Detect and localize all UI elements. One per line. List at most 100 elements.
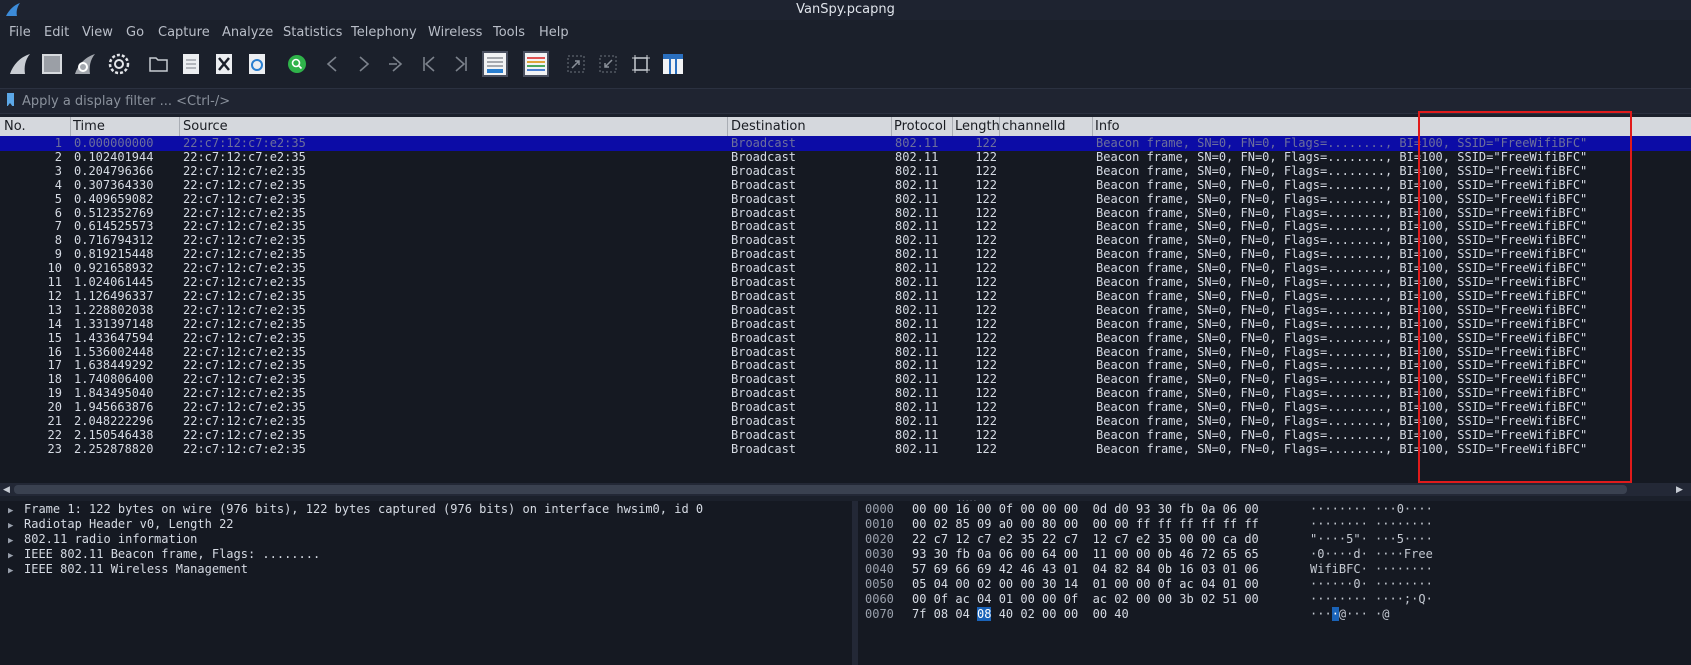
hex-offset: 0010 — [865, 517, 894, 531]
packet-time: 1.843495040 — [74, 386, 154, 401]
capture-options-icon[interactable] — [105, 50, 133, 78]
go-back-icon[interactable] — [318, 50, 346, 78]
menu-wireless[interactable]: Wireless — [428, 25, 482, 40]
packet-destination: Broadcast — [731, 275, 797, 289]
menu-go[interactable]: Go — [126, 25, 144, 40]
highlighted-byte[interactable]: 08 — [977, 607, 992, 621]
column-header-destination[interactable]: Destination — [731, 119, 806, 134]
first-packet-icon[interactable] — [415, 50, 443, 78]
column-header-protocol[interactable]: Protocol — [894, 119, 946, 134]
packet-length: 122 — [975, 358, 997, 373]
menu-analyze[interactable]: Analyze — [222, 25, 273, 40]
column-header-no[interactable]: No. — [4, 119, 26, 134]
hex-ascii[interactable]: ········ ········ — [1310, 517, 1433, 532]
save-file-icon[interactable] — [177, 50, 205, 78]
menu-help[interactable]: Help — [539, 25, 569, 40]
hex-bytes[interactable]: 57 69 66 69 42 46 43 01 04 82 84 0b 16 0… — [912, 562, 1259, 577]
hex-bytes[interactable]: 05 04 00 02 00 00 30 14 01 00 00 0f ac 0… — [912, 577, 1259, 592]
detail-row[interactable]: ▶ IEEE 802.11 Wireless Management — [8, 562, 248, 577]
detail-row[interactable]: ▶ Frame 1: 122 bytes on wire (976 bits), … — [8, 502, 703, 517]
hex-ascii[interactable]: WifiBFC· ········ — [1310, 562, 1433, 577]
column-header-info[interactable]: Info — [1095, 119, 1120, 134]
scroll-left-icon[interactable]: ◀ — [3, 485, 10, 495]
go-forward-icon[interactable] — [350, 50, 378, 78]
close-file-icon[interactable] — [210, 50, 238, 78]
packet-length: 122 — [975, 427, 997, 442]
packet-length: 122 — [975, 177, 997, 192]
column-header-time[interactable]: Time — [73, 119, 105, 134]
hex-ascii[interactable]: ····@··· ·@ — [1310, 607, 1390, 622]
menu-telephony[interactable]: Telephony — [351, 25, 417, 40]
hex-bytes[interactable]: 93 30 fb 0a 06 00 64 00 11 00 00 0b 46 7… — [912, 547, 1259, 562]
detail-text: IEEE 802.11 Beacon frame, Flags: .......… — [24, 547, 321, 561]
restart-capture-icon[interactable] — [71, 50, 99, 78]
packet-length: 122 — [975, 275, 997, 289]
menu-file[interactable]: File — [9, 25, 31, 40]
stop-capture-icon[interactable] — [38, 50, 66, 78]
packet-bytes-pane[interactable]: 0000 00 00 16 00 0f 00 00 00 0d d0 93 30… — [858, 501, 1691, 665]
highlighted-ascii[interactable]: · — [1331, 607, 1339, 621]
expand-arrow-icon[interactable]: ▶ — [8, 551, 24, 561]
open-file-icon[interactable] — [145, 50, 173, 78]
packet-details-pane[interactable]: ▶ Frame 1: 122 bytes on wire (976 bits), … — [0, 501, 852, 665]
hex-ascii[interactable]: ·0····d· ····Free — [1310, 547, 1433, 562]
packet-source: 22:c7:12:c7:e2:35 — [183, 288, 306, 303]
hex-ascii[interactable]: ······0· ········ — [1310, 577, 1433, 592]
packet-destination: Broadcast — [731, 177, 797, 192]
bookmark-flag-icon[interactable] — [7, 93, 14, 107]
reload-file-icon[interactable] — [243, 50, 271, 78]
menu-edit[interactable]: Edit — [44, 25, 69, 40]
packet-source: 22:c7:12:c7:e2:35 — [183, 400, 306, 415]
hex-bytes[interactable]: 00 0f ac 04 01 00 00 0f ac 02 00 00 3b 0… — [912, 592, 1259, 607]
hex-ascii[interactable]: ········ ···0···· — [1310, 502, 1433, 517]
packet-list-hscrollbar[interactable]: ◀ ▶ — [0, 483, 1691, 496]
packet-no: 18 — [47, 372, 62, 387]
expand-arrow-icon[interactable]: ▶ — [8, 566, 24, 576]
detail-row[interactable]: ▶ 802.11 radio information — [8, 532, 197, 547]
packet-destination: Broadcast — [731, 330, 797, 345]
display-filter-input[interactable] — [20, 91, 1684, 111]
last-packet-icon[interactable] — [447, 50, 475, 78]
go-to-packet-icon[interactable] — [383, 50, 411, 78]
packet-length: 122 — [975, 261, 997, 276]
packet-time: 0.102401944 — [74, 149, 154, 164]
hex-bytes[interactable]: 22 c7 12 c7 e2 35 22 c7 12 c7 e2 35 00 0… — [912, 532, 1259, 547]
zoom-out-icon[interactable] — [594, 50, 622, 78]
hex-ascii[interactable]: "····5"· ···5···· — [1310, 532, 1433, 547]
packet-length: 122 — [975, 372, 997, 387]
zoom-in-icon[interactable] — [562, 50, 590, 78]
column-header-channelid[interactable]: channelId — [1002, 119, 1066, 134]
column-header-source[interactable]: Source — [183, 119, 228, 134]
packet-no: 13 — [47, 302, 62, 317]
hex-bytes[interactable]: 00 02 85 09 a0 00 80 00 00 00 ff ff ff f… — [912, 517, 1259, 532]
packet-protocol: 802.11 — [895, 441, 939, 456]
hex-ascii[interactable]: ········ ····;·Q· — [1310, 592, 1433, 607]
detail-row[interactable]: ▶ Radiotap Header v0, Length 22 — [8, 517, 234, 532]
expand-arrow-icon[interactable]: ▶ — [8, 506, 24, 516]
scroll-right-icon[interactable]: ▶ — [1676, 485, 1683, 495]
packet-length: 122 — [975, 386, 997, 401]
menu-tools[interactable]: Tools — [493, 25, 525, 40]
resize-columns-icon[interactable] — [659, 50, 687, 78]
column-header-length[interactable]: Length — [955, 119, 1000, 134]
packet-destination: Broadcast — [731, 149, 797, 164]
menu-statistics[interactable]: Statistics — [283, 25, 342, 40]
menu-view[interactable]: View — [82, 25, 113, 40]
packet-destination: Broadcast — [731, 302, 797, 317]
packet-source: 22:c7:12:c7:e2:35 — [183, 386, 306, 401]
hex-bytes[interactable]: 7f 08 04 08 40 02 00 00 00 40 — [912, 607, 1129, 622]
find-packet-icon[interactable] — [283, 50, 311, 78]
scrollbar-thumb[interactable] — [14, 485, 1627, 494]
packet-length: 122 — [975, 219, 997, 234]
normal-size-icon[interactable] — [627, 50, 655, 78]
detail-row[interactable]: ▶ IEEE 802.11 Beacon frame, Flags: ......… — [8, 547, 320, 562]
hex-offset: 0020 — [865, 532, 894, 546]
colorize-icon[interactable] — [522, 50, 550, 78]
menu-capture[interactable]: Capture — [158, 25, 210, 40]
autoscroll-icon[interactable] — [481, 50, 509, 78]
packet-protocol: 802.11 — [895, 316, 939, 331]
expand-arrow-icon[interactable]: ▶ — [8, 536, 24, 546]
expand-arrow-icon[interactable]: ▶ — [8, 521, 24, 531]
start-capture-icon[interactable] — [6, 50, 34, 78]
hex-bytes[interactable]: 00 00 16 00 0f 00 00 00 0d d0 93 30 fb 0… — [912, 502, 1259, 517]
